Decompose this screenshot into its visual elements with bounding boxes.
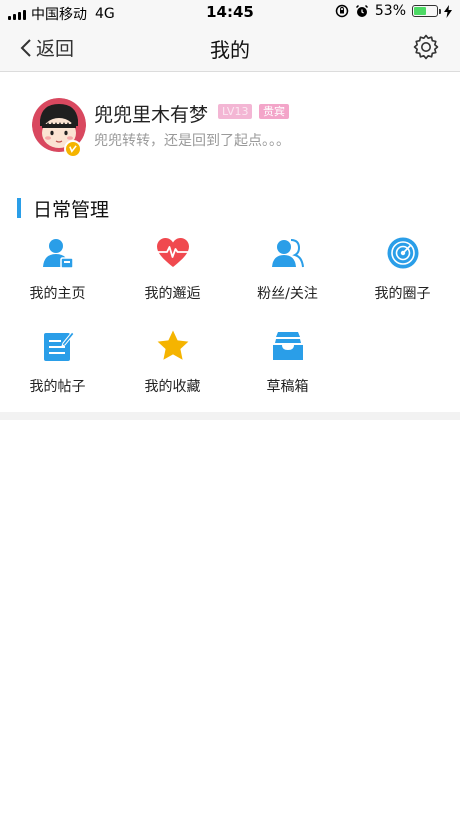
user-home-icon xyxy=(42,239,74,269)
status-right: 53% xyxy=(335,3,452,19)
section-title: 日常管理 xyxy=(33,198,110,221)
star-icon xyxy=(157,330,188,360)
charging-bolt-icon xyxy=(444,4,452,18)
alarm-icon xyxy=(355,4,368,17)
grid-item-label: 我的主页 xyxy=(29,286,86,302)
target-circle-icon xyxy=(387,237,418,269)
role-tag: 贵宾 xyxy=(259,104,289,119)
grid-item-label: 粉丝/关注 xyxy=(257,286,318,302)
settings-gear-icon[interactable] xyxy=(412,33,440,61)
grid-item-label: 我的帖子 xyxy=(29,379,86,395)
verified-badge-icon xyxy=(64,140,82,158)
section-accent-bar xyxy=(17,198,21,218)
grid-item-label: 我的邂逅 xyxy=(144,286,201,302)
user-signature: 兜兜转转，还是回到了起点。。。 xyxy=(94,133,290,149)
section-divider xyxy=(0,412,460,420)
navigation-bar: 返回 我的 xyxy=(0,24,460,72)
users-icon xyxy=(271,239,304,268)
section-header: 日常管理 xyxy=(17,197,110,221)
grid-item-label: 我的收藏 xyxy=(144,379,201,395)
battery-percent: 53% xyxy=(374,3,406,19)
grid-item-label: 我的圈子 xyxy=(374,286,431,302)
level-tag: LV13 xyxy=(218,104,253,119)
inbox-tray-icon xyxy=(272,332,303,360)
profile-card[interactable]: 兜兜里木有梦 LV13 贵宾 兜兜转转，还是回到了起点。。。 xyxy=(0,72,460,182)
grid-item-label: 草稿箱 xyxy=(266,379,309,395)
username: 兜兜里木有梦 xyxy=(94,104,209,126)
grid-item-my-circles[interactable]: 我的圈子 xyxy=(345,236,460,303)
grid-item-drafts[interactable]: 草稿箱 xyxy=(230,329,345,396)
grid-item-fans-follow[interactable]: 粉丝/关注 xyxy=(230,236,345,303)
grid-item-my-favorites[interactable]: 我的收藏 xyxy=(115,329,230,396)
grid-item-my-posts[interactable]: 我的帖子 xyxy=(0,329,115,396)
page-title: 我的 xyxy=(210,38,250,62)
edit-note-icon xyxy=(43,331,75,361)
status-bar: 中国移动 4G 14:45 53% xyxy=(0,0,460,24)
grid-item-my-homepage[interactable]: 我的主页 xyxy=(0,236,115,303)
heartbeat-icon xyxy=(156,238,189,267)
grid-item-my-encounters[interactable]: 我的邂逅 xyxy=(115,236,230,303)
battery-icon xyxy=(412,5,441,17)
battery-level-fill xyxy=(414,7,426,15)
rotation-lock-icon xyxy=(335,4,349,18)
